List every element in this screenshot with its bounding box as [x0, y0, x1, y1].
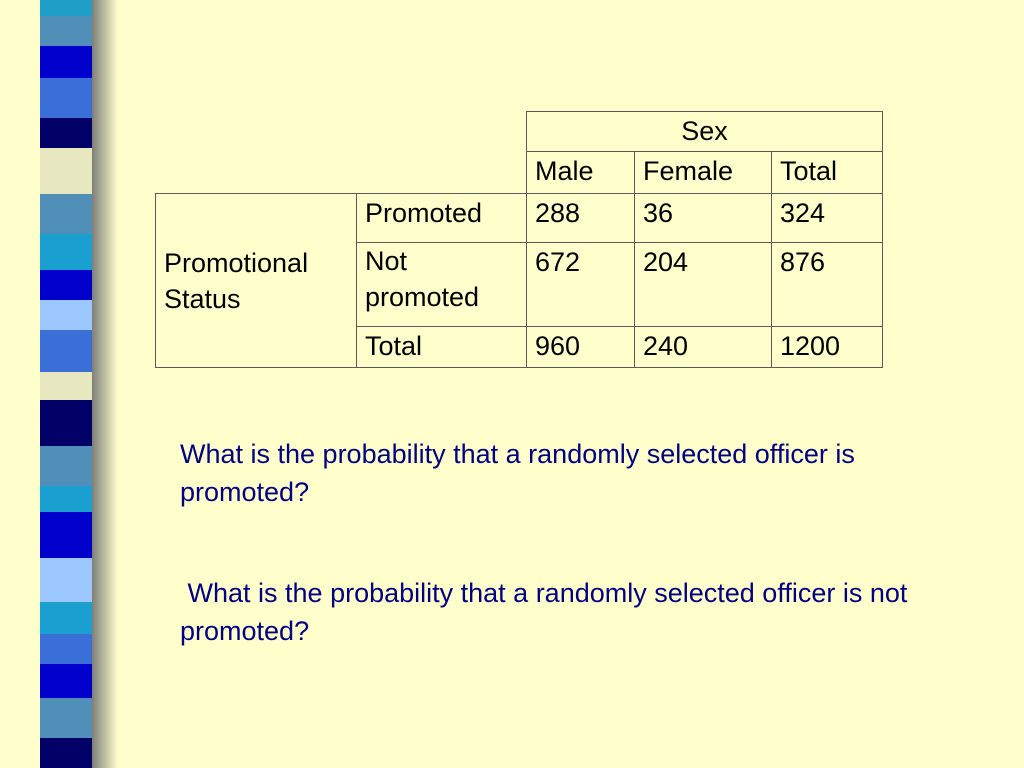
table-header-row-group: Sex [156, 111, 883, 152]
question-text: What is the probability that a randomly … [180, 439, 855, 507]
table-cell: 204 [634, 242, 772, 327]
decorative-stripe-graphic [40, 0, 118, 768]
column-group-header: Sex [526, 111, 883, 152]
table-cell: 1200 [771, 326, 883, 368]
row-label: Not promoted [356, 242, 527, 327]
slide: Sex Male Female Total Promotional Status… [0, 0, 1024, 768]
table-blank-cell [357, 112, 527, 152]
table-cell: 240 [634, 326, 772, 368]
column-header-total: Total [771, 151, 883, 194]
row-label: Total [356, 326, 527, 368]
table-cell: 324 [771, 193, 883, 243]
table-row: Promotional Status Promoted 288 36 324 [155, 193, 883, 368]
row-label: Promoted [356, 193, 527, 243]
table-blank-cell [156, 152, 357, 194]
column-header-male: Male [526, 151, 635, 194]
row-group-header: Promotional Status [155, 193, 357, 368]
table-header-row: Male Female Total [156, 151, 883, 194]
table-blank-cell [156, 112, 357, 152]
decorative-stripe-bar [0, 0, 120, 768]
table-cell: 960 [526, 326, 635, 368]
table-cell: 288 [526, 193, 635, 243]
table-blank-cell [357, 152, 527, 194]
column-header-female: Female [634, 151, 772, 194]
contingency-table: Sex Male Female Total Promotional Status… [155, 111, 883, 368]
table-cell: 672 [526, 242, 635, 327]
table-cell: 876 [771, 242, 883, 327]
table-cell: 36 [634, 193, 772, 243]
question-text: What is the probability that a randomly … [180, 578, 915, 646]
